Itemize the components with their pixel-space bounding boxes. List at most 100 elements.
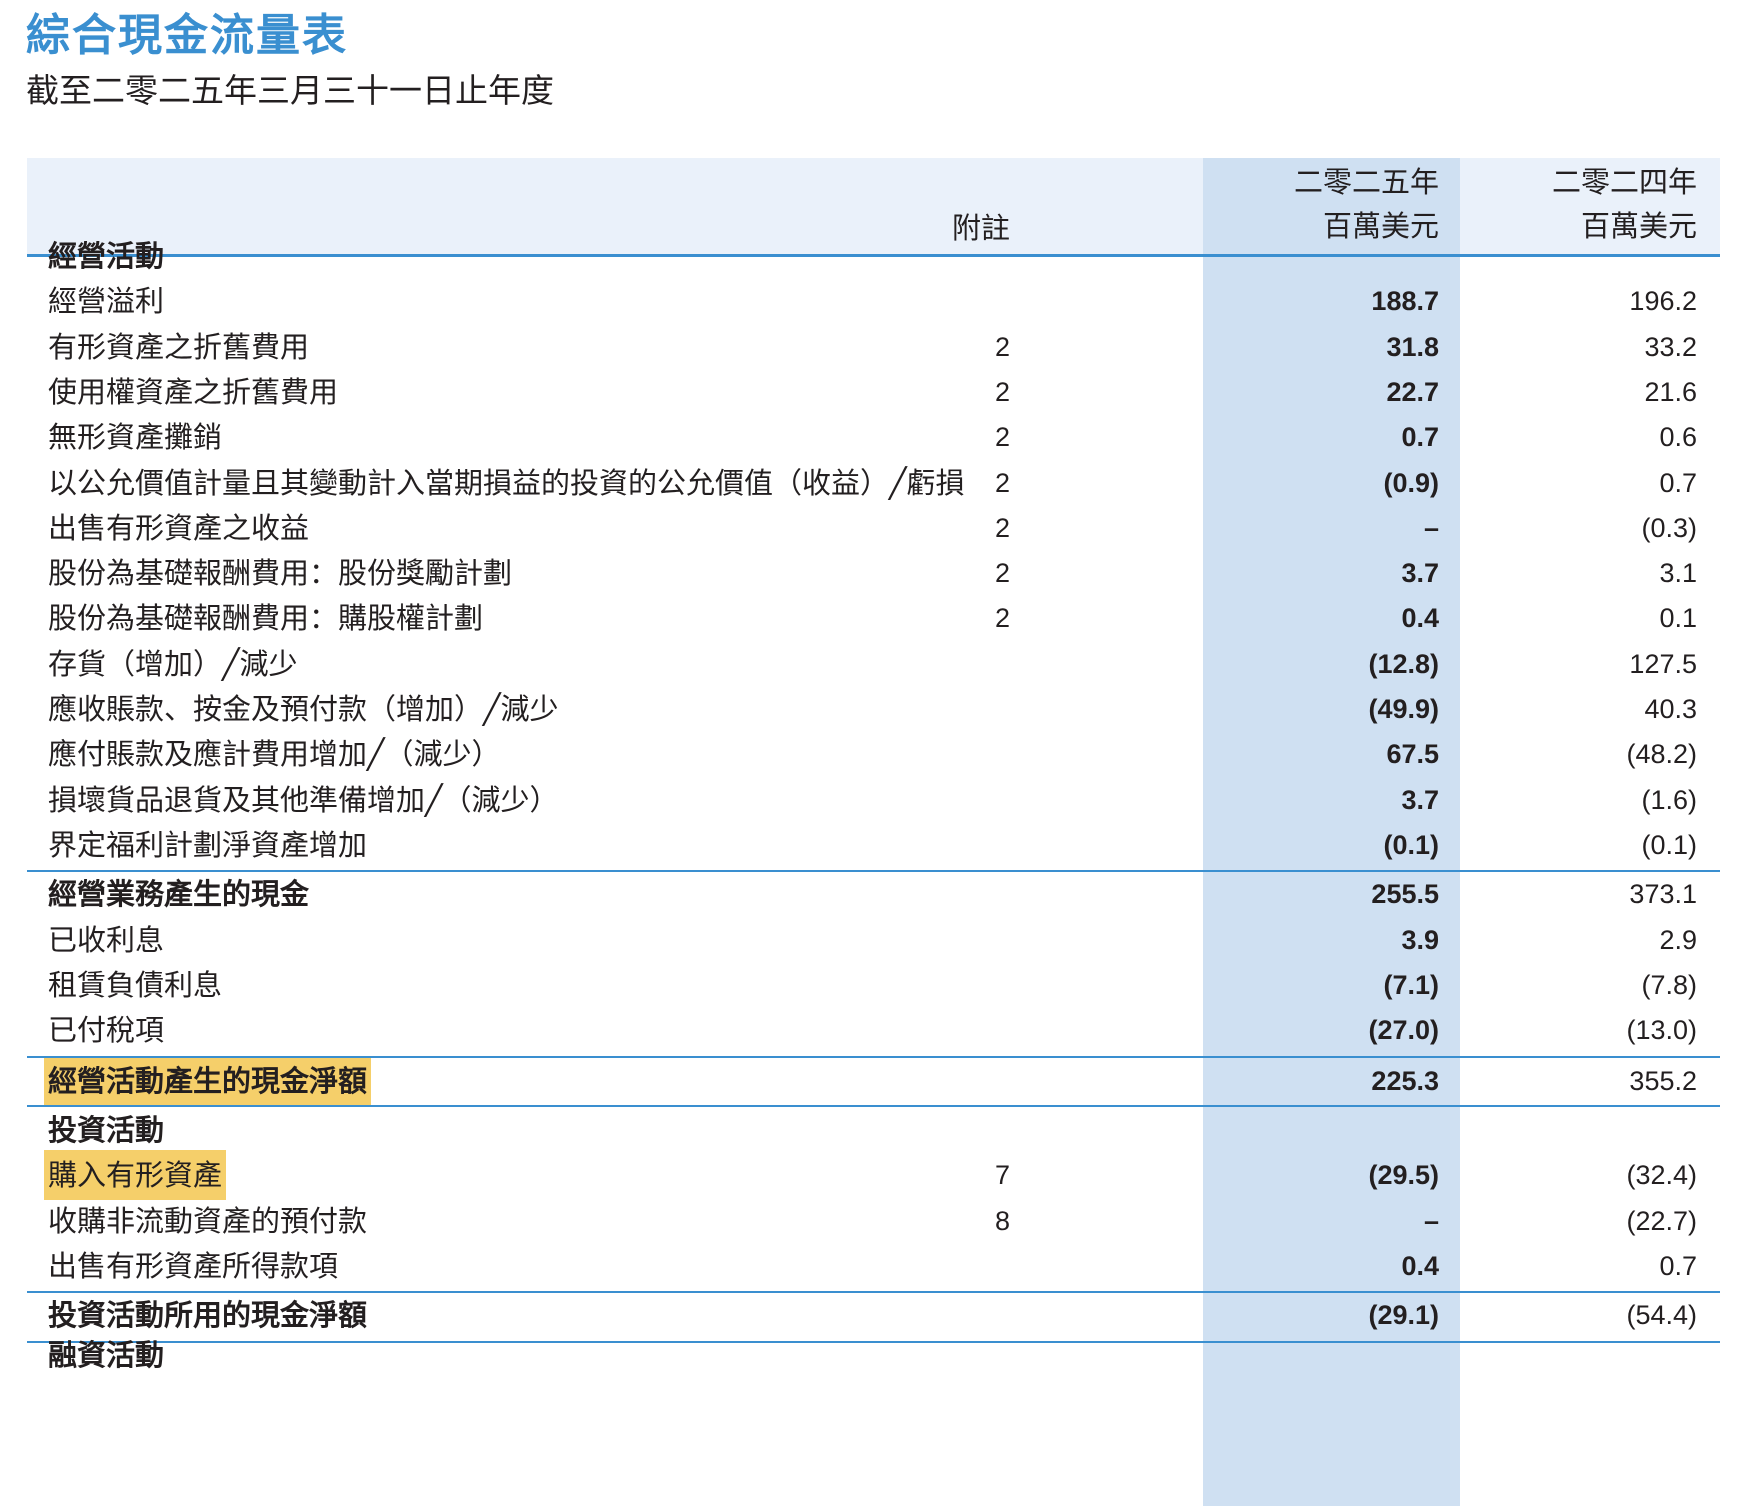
current-year-value: (0.1) xyxy=(1383,830,1439,860)
current-year-value: (49.9) xyxy=(1368,694,1439,724)
current-year-value: 31.8 xyxy=(1386,332,1439,362)
prior-year-value: (1.6) xyxy=(1641,785,1697,815)
row-heading: 投資活動 xyxy=(48,1113,165,1147)
current-year-value: – xyxy=(1423,513,1439,543)
table-row: 以公允價值計量且其變動計入當期損益的投資的公允價值（收益）╱虧損 2 (0.9) 0.… xyxy=(27,458,1720,508)
row-note: 2 xyxy=(994,468,1010,498)
prior-year-value: 2.9 xyxy=(1659,925,1697,955)
current-year-value: 0.7 xyxy=(1401,422,1439,452)
row-heading: 經營業務產生的現金 xyxy=(48,877,310,911)
table-row: 經營業務產生的現金 255.5 373.1 xyxy=(27,869,1720,919)
prior-year-value: (22.7) xyxy=(1626,1206,1697,1236)
prior-year-value: (32.4) xyxy=(1626,1160,1697,1190)
current-year-value: – xyxy=(1423,1206,1439,1236)
current-year-label: 二零二五年 xyxy=(1293,165,1439,199)
table-row: 已付稅項 (27.0) (13.0) xyxy=(27,1005,1720,1055)
current-year-value: 0.4 xyxy=(1401,1251,1439,1281)
row-note: 2 xyxy=(994,603,1010,633)
table-row: 投資活動所用的現金淨額 (29.1) (54.4) xyxy=(27,1290,1720,1340)
row-heading: 經營活動產生的現金淨額 xyxy=(44,1056,372,1106)
row-note: 2 xyxy=(994,558,1010,588)
prior-year-value: 3.1 xyxy=(1659,558,1697,588)
prior-year-value: (13.0) xyxy=(1626,1015,1697,1045)
row-note: 8 xyxy=(994,1206,1010,1236)
next-section-heading: 融資活動 xyxy=(48,1338,165,1372)
row-note: 2 xyxy=(994,513,1010,543)
prior-year-value: (0.1) xyxy=(1641,830,1697,860)
row-label: 出售有形資產所得款項 xyxy=(48,1249,339,1283)
prior-year-value: 40.3 xyxy=(1644,694,1697,724)
section-divider xyxy=(27,1105,1720,1107)
prior-year-value: 355.2 xyxy=(1629,1066,1697,1096)
table-row: 應收賬款、按金及預付款（增加）╱減少 (49.9) 40.3 xyxy=(27,684,1720,734)
table-row: 存貨（增加）╱減少 (12.8) 127.5 xyxy=(27,639,1720,689)
row-heading: 經營活動 xyxy=(48,239,165,273)
current-year-value: (0.9) xyxy=(1383,468,1439,498)
current-year-value: (7.1) xyxy=(1383,970,1439,1000)
row-label: 股份為基礎報酬費用：購股權計劃 xyxy=(48,601,484,635)
row-label: 購入有形資產 xyxy=(44,1150,227,1200)
current-year-value: 3.7 xyxy=(1401,785,1439,815)
row-label: 應付賬款及應計費用增加╱（減少） xyxy=(48,737,501,771)
row-label: 股份為基礎報酬費用：股份獎勵計劃 xyxy=(48,556,513,590)
table-row: 經營溢利 188.7 196.2 xyxy=(27,276,1720,326)
current-year-value: 67.5 xyxy=(1386,739,1439,769)
row-label: 界定福利計劃淨資產增加 xyxy=(48,828,368,862)
table-row: 投資活動 xyxy=(27,1105,1720,1155)
table-row: 出售有形資產之收益 2 – (0.3) xyxy=(27,503,1720,553)
section-divider xyxy=(27,1341,1720,1343)
row-label: 經營溢利 xyxy=(48,284,165,318)
prior-year-value: (7.8) xyxy=(1641,970,1697,1000)
prior-year-value: 33.2 xyxy=(1644,332,1697,362)
table-row: 損壞貨品退貨及其他準備增加╱（減少） 3.7 (1.6) xyxy=(27,775,1720,825)
table-row: 經營活動產生的現金淨額 225.3 355.2 xyxy=(27,1056,1720,1106)
row-label: 應收賬款、按金及預付款（增加）╱減少 xyxy=(48,692,559,726)
section-divider xyxy=(27,1056,1720,1058)
prior-year-value: 373.1 xyxy=(1629,879,1697,909)
table-row: 股份為基礎報酬費用：購股權計劃 2 0.4 0.1 xyxy=(27,593,1720,643)
prior-year-value: 0.7 xyxy=(1659,468,1697,498)
prior-year-value: 0.1 xyxy=(1659,603,1697,633)
current-year-value: (29.5) xyxy=(1368,1160,1439,1190)
current-year-value: 255.5 xyxy=(1371,879,1439,909)
row-label: 無形資產攤銷 xyxy=(48,420,223,454)
prior-year-value: 0.7 xyxy=(1659,1251,1697,1281)
current-year-value: (27.0) xyxy=(1368,1015,1439,1045)
table-row: 股份為基礎報酬費用：股份獎勵計劃 2 3.7 3.1 xyxy=(27,548,1720,598)
current-year-value: 0.4 xyxy=(1401,603,1439,633)
prior-year-value: (54.4) xyxy=(1626,1300,1697,1330)
table-row: 無形資產攤銷 2 0.7 0.6 xyxy=(27,412,1720,462)
row-label: 損壞貨品退貨及其他準備增加╱（減少） xyxy=(48,783,559,817)
row-note: 2 xyxy=(994,422,1010,452)
current-year-value: 225.3 xyxy=(1371,1066,1439,1096)
prior-year-value: 0.6 xyxy=(1659,422,1697,452)
table-row: 租賃負債利息 (7.1) (7.8) xyxy=(27,960,1720,1010)
row-label: 已付稅項 xyxy=(48,1013,165,1047)
prior-year-value: 21.6 xyxy=(1644,377,1697,407)
row-label: 有形資產之折舊費用 xyxy=(48,330,310,364)
row-label: 存貨（增加）╱減少 xyxy=(48,647,298,681)
row-label: 租賃負債利息 xyxy=(48,968,223,1002)
row-label: 收購非流動資產的預付款 xyxy=(48,1204,368,1238)
page-subtitle: 截至二零二五年三月三十一日止年度 xyxy=(26,71,554,110)
prior-year-value: (0.3) xyxy=(1641,513,1697,543)
row-note: 7 xyxy=(994,1160,1010,1190)
section-divider xyxy=(27,870,1720,872)
table-row: 界定福利計劃淨資產增加 (0.1) (0.1) xyxy=(27,820,1720,870)
cash-flow-statement-table: 附註 二零二五年 百萬美元 二零二四年 百萬美元 經營活動 經營溢利 188.7 19… xyxy=(27,158,1720,1506)
table-row: 出售有形資產所得款項 0.4 0.7 xyxy=(27,1241,1720,1291)
row-label: 出售有形資產之收益 xyxy=(48,511,310,545)
page-title: 綜合現金流量表 xyxy=(26,10,348,61)
prior-year-value: 127.5 xyxy=(1629,649,1697,679)
table-row: 應付賬款及應計費用增加╱（減少） 67.5 (48.2) xyxy=(27,729,1720,779)
row-note: 2 xyxy=(994,377,1010,407)
current-year-value: 3.7 xyxy=(1401,558,1439,588)
row-label: 以公允價值計量且其變動計入當期損益的投資的公允價值（收益）╱虧損 xyxy=(48,466,965,500)
table-row: 使用權資產之折舊費用 2 22.7 21.6 xyxy=(27,367,1720,417)
row-label: 已收利息 xyxy=(48,923,165,957)
table-row: 購入有形資產 7 (29.5) (32.4) xyxy=(27,1150,1720,1200)
prior-year-label: 二零二四年 xyxy=(1551,165,1697,199)
current-year-value: (29.1) xyxy=(1368,1300,1439,1330)
prior-year-value: 196.2 xyxy=(1629,286,1697,316)
current-year-value: 3.9 xyxy=(1401,925,1439,955)
